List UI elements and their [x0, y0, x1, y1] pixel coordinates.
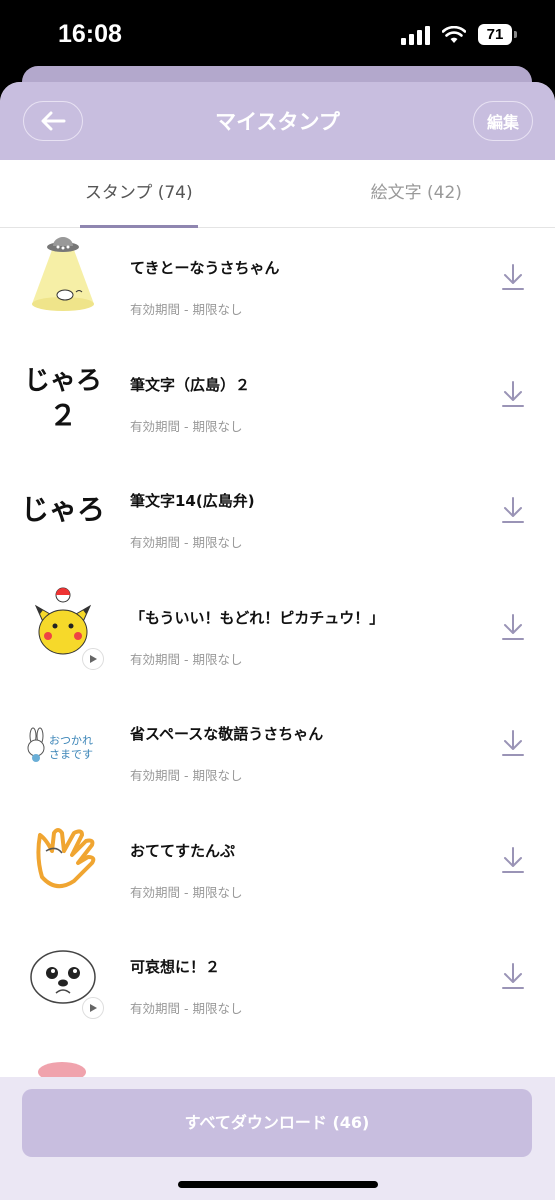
validity-text: 有効期間 - 期限なし	[130, 302, 243, 317]
validity-text: 有効期間 - 期限なし	[130, 768, 243, 783]
sticker-name: てきとーなうさちゃん	[130, 259, 280, 277]
battery-level: 71	[478, 24, 512, 45]
brush-text-sticker-icon: じゃろ ２	[24, 366, 102, 432]
sticker-name: 「もういい！もどれ！ピカチュウ！」	[130, 608, 385, 627]
list-item[interactable]: じゃろ 筆文字14(広島弁) 有効期間 - 期限なし	[0, 461, 555, 578]
tab-stickers[interactable]: スタンプ (74)	[0, 160, 278, 228]
list-item[interactable]: おててすたんぷ 有効期間 - 期限なし	[0, 811, 555, 928]
sticker-name: おててすたんぷ	[130, 841, 236, 860]
download-icon[interactable]	[501, 729, 525, 757]
ufo-rabbit-sticker-icon	[32, 237, 94, 311]
validity-text: 有効期間 - 期限なし	[130, 884, 243, 900]
status-icons: 71	[401, 24, 517, 45]
tab-emoji[interactable]: 絵文字 (42)	[278, 160, 555, 227]
download-icon[interactable]	[501, 962, 525, 990]
sticker-name: 筆文字（広島）２	[130, 375, 251, 394]
rabbit-sticker-icon: おつかれ さまです	[27, 727, 93, 762]
download-icon[interactable]	[501, 613, 525, 641]
status-time: 16:08	[58, 20, 122, 48]
page-title: マイスタンプ	[215, 110, 340, 134]
download-all-button[interactable]: すべてダウンロード (46)	[22, 1089, 532, 1157]
sticker-lettering: じゃろ	[22, 493, 104, 526]
play-icon	[82, 647, 104, 670]
list-item[interactable]: てきとーなうさちゃん 有効期間 - 期限なし	[0, 228, 555, 345]
validity-text: 有効期間 - 期限なし	[130, 535, 243, 550]
wifi-icon	[442, 25, 466, 43]
validity-text: 有効期間 - 期限なし	[130, 651, 243, 667]
sticker-name: 筆文字14(広島弁)	[130, 492, 255, 510]
sticker-lettering: じゃろ	[24, 366, 102, 396]
signal-icon	[401, 25, 430, 45]
download-icon[interactable]	[501, 496, 525, 524]
sticker-name: 省スペースな敬語うさちゃん	[130, 725, 324, 743]
sticker-lettering: ２	[49, 399, 77, 432]
hand-sticker-icon	[36, 827, 96, 888]
sticker-lettering: おつかれ	[49, 734, 93, 747]
play-icon	[82, 997, 104, 1019]
list-item[interactable]: 「もういい！もどれ！ピカチュウ！」 有効期間 - 期限なし	[0, 578, 555, 695]
list-item[interactable]: じゃろ ２ 筆文字（広島）２ 有効期間 - 期限なし	[0, 345, 555, 462]
sticker-name: 可哀想に！２	[130, 958, 221, 976]
tab-bar: スタンプ (74) 絵文字 (42)	[0, 160, 555, 228]
brush-text-sticker-icon: じゃろ	[22, 493, 104, 526]
download-icon[interactable]	[501, 846, 525, 874]
edit-button[interactable]: 編集	[473, 101, 533, 141]
sticker-lettering: さまです	[49, 748, 93, 761]
download-icon[interactable]	[501, 263, 525, 291]
sticker-list: てきとーなうさちゃん 有効期間 - 期限なし じゃろ ２ 筆文字（広島）２ 有効…	[0, 228, 555, 1160]
validity-text: 有効期間 - 期限なし	[130, 1001, 243, 1016]
home-indicator	[178, 1181, 378, 1188]
header: マイスタンプ 編集	[0, 82, 555, 160]
my-stamps-sheet: マイスタンプ 編集 スタンプ (74) 絵文字 (42) てきとーなうさちゃん …	[0, 82, 555, 1200]
status-bar: 16:08 71	[0, 0, 555, 70]
validity-text: 有効期間 - 期限なし	[130, 418, 243, 434]
battery-icon: 71	[478, 24, 517, 45]
list-item[interactable]: おつかれ さまです 省スペースな敬語うさちゃん 有効期間 - 期限なし	[0, 694, 555, 811]
list-item[interactable]: 可哀想に！２ 有効期間 - 期限なし	[0, 927, 555, 1044]
download-icon[interactable]	[501, 380, 525, 408]
